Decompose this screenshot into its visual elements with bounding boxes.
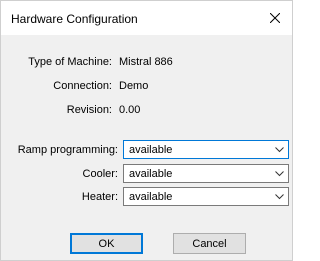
heater-label: Heater:	[81, 191, 118, 203]
title-bar: Hardware Configuration	[1, 1, 292, 35]
chevron-down-icon	[275, 171, 284, 177]
hardware-configuration-dialog: Hardware Configuration Type of Machine: …	[0, 0, 293, 261]
close-icon	[270, 13, 280, 23]
connection-value: Demo	[119, 80, 149, 92]
heater-value: available	[129, 191, 173, 203]
heater-select[interactable]: available	[123, 187, 289, 206]
cooler-label: Cooler:	[82, 168, 118, 180]
dialog-title: Hardware Configuration	[11, 12, 138, 26]
chevron-down-icon	[275, 147, 284, 153]
chevron-down-icon	[275, 194, 284, 200]
revision-value: 0.00	[119, 104, 141, 116]
ok-button-label: OK	[98, 237, 115, 250]
ramp-programming-select[interactable]: available	[123, 140, 289, 159]
cooler-select[interactable]: available	[123, 164, 289, 183]
ramp-programming-label: Ramp programming:	[17, 144, 118, 156]
cancel-button[interactable]: Cancel	[173, 233, 246, 254]
cooler-value: available	[129, 168, 173, 180]
ramp-programming-value: available	[129, 144, 173, 156]
type-of-machine-label: Type of Machine:	[28, 56, 112, 68]
type-of-machine-value: Mistral 886	[119, 56, 173, 68]
cancel-button-label: Cancel	[192, 237, 227, 250]
close-button[interactable]	[258, 1, 292, 35]
connection-label: Connection:	[53, 80, 112, 92]
ok-button[interactable]: OK	[70, 233, 143, 254]
revision-label: Revision:	[66, 104, 112, 116]
